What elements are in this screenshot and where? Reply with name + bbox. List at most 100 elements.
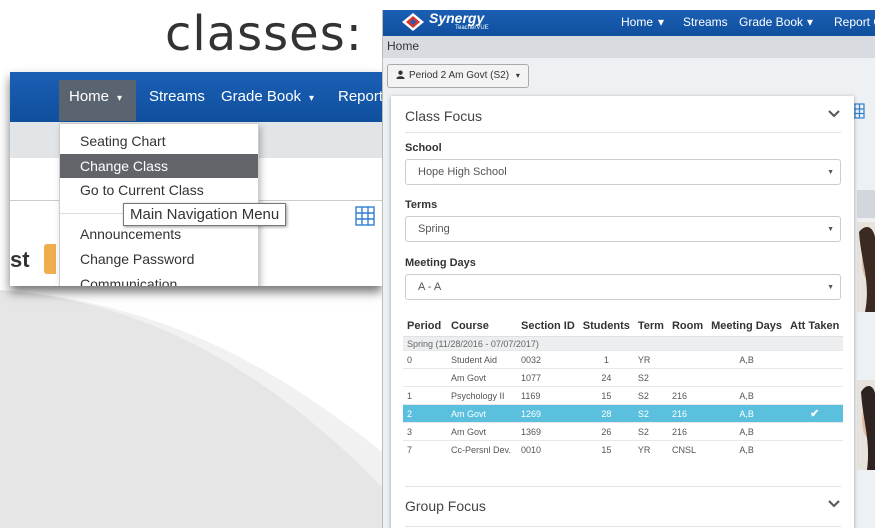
user-icon (396, 70, 405, 79)
terms-select[interactable]: Spring ▼ (405, 216, 841, 242)
column-header[interactable]: Students (578, 315, 634, 337)
meeting-days-value: A - A (418, 281, 442, 293)
table-cell: A,B (707, 440, 787, 458)
table-cell: 24 (578, 368, 634, 387)
table-cell (667, 350, 708, 369)
chevron-down-icon[interactable]: ▾ (807, 15, 813, 29)
table-row[interactable]: 0 Student Aid 0032 1 YR A,B (403, 350, 844, 369)
top-nav-home[interactable]: Home (621, 15, 653, 29)
column-header[interactable]: Room (667, 315, 708, 337)
table-cell: YR (633, 350, 668, 369)
top-nav-streams[interactable]: Streams (683, 15, 728, 29)
table-cell: 1269 (517, 404, 579, 423)
terms-value: Spring (418, 223, 450, 235)
main-navigation-tooltip: Main Navigation Menu (123, 203, 287, 226)
chevron-down-icon: ▾ (309, 93, 315, 104)
table-cell: 7 (403, 440, 447, 458)
student-photo[interactable] (857, 380, 875, 470)
table-cell: 216 (667, 422, 708, 441)
grid-view-icon[interactable] (355, 206, 375, 226)
class-focus-panel: Class Focus School Hope High School ▼ Te… (391, 96, 854, 528)
menu-item-seating-chart[interactable]: Seating Chart (60, 129, 258, 153)
school-select[interactable]: Hope High School ▼ (405, 159, 841, 185)
nav-home[interactable]: Home ▾ (69, 88, 122, 105)
table-cell: Psychology II (447, 386, 517, 405)
class-focus-screenshot: Synergy TeacherVUE Home ▾ Streams Grade … (382, 10, 875, 528)
table-cell: A,B (707, 386, 787, 405)
group-focus-title: Group Focus (405, 498, 486, 514)
meeting-days-select[interactable]: A - A ▼ (405, 274, 841, 300)
top-nav-report[interactable]: Report C (834, 15, 875, 29)
navigation-menu-screenshot: Home ▾ Streams Grade Book ▾ Report st Seat… (10, 72, 382, 286)
table-row[interactable]: 2 Am Govt 1269 28 S2 216 A,B ✔ (403, 404, 844, 423)
attendance-cell (786, 422, 844, 441)
table-cell (667, 368, 708, 387)
school-value: Hope High School (418, 166, 507, 178)
nav-grade-book[interactable]: Grade Book ▾ (221, 88, 314, 105)
column-header[interactable]: Meeting Days (707, 315, 787, 337)
table-cell: A,B (707, 404, 787, 423)
table-cell: 15 (578, 440, 634, 458)
divider (405, 132, 841, 133)
breadcrumb[interactable]: Home (387, 39, 419, 53)
nav-grade-book-label: Grade Book (221, 88, 302, 105)
menu-item-change-class[interactable]: Change Class (60, 154, 258, 178)
table-cell: Am Govt (447, 422, 517, 441)
main-nav-bar: Home ▾ Streams Grade Book ▾ Report (10, 72, 382, 122)
chevron-down-icon[interactable]: ▾ (658, 15, 664, 29)
table-cell (403, 368, 447, 387)
table-cell: Am Govt (447, 404, 517, 423)
chevron-down-icon[interactable] (828, 110, 840, 118)
column-header[interactable]: Section ID (517, 315, 579, 337)
term-group-label: Spring (11/28/2016 - 07/07/2017) (403, 336, 844, 351)
table-row[interactable]: 1 Psychology II 1169 15 S2 216 A,B (403, 386, 844, 405)
table-cell: S2 (633, 368, 668, 387)
column-header[interactable]: Period (403, 315, 447, 337)
table-row[interactable]: Am Govt 1077 24 S2 (403, 368, 844, 387)
column-header[interactable]: Att Taken (786, 315, 844, 337)
table-cell: A,B (707, 350, 787, 369)
attendance-cell: ✔ (786, 404, 844, 423)
table-cell: 1369 (517, 422, 579, 441)
slide-title: classes: (165, 6, 363, 62)
table-row[interactable]: 7 Cc-Persnl Dev. 0010 15 YR CNSL A,B (403, 440, 844, 458)
class-list-table: Period Course Section ID Students Term R… (403, 315, 844, 458)
table-cell: YR (633, 440, 668, 458)
table-cell: 15 (578, 386, 634, 405)
divider (405, 486, 841, 487)
logo-subtitle: TeacherVUE (455, 25, 489, 31)
partial-heading: st (10, 247, 30, 272)
table-header-row: Period Course Section ID Students Term R… (403, 315, 844, 337)
table-cell: S2 (633, 422, 668, 441)
table-cell: 216 (667, 404, 708, 423)
table-cell: 2 (403, 404, 447, 423)
menu-item-communication[interactable]: Communication (60, 272, 258, 286)
attendance-cell (786, 386, 844, 405)
logo-name: Synergy (429, 10, 485, 26)
table-cell: CNSL (667, 440, 708, 458)
nav-report[interactable]: Report (338, 88, 382, 105)
table-cell: 0032 (517, 350, 579, 369)
table-cell (707, 368, 787, 387)
meeting-days-label: Meeting Days (405, 257, 476, 269)
chevron-down-icon: ▼ (827, 226, 834, 233)
orange-button[interactable] (44, 244, 56, 274)
chevron-down-icon[interactable] (828, 500, 840, 508)
table-row[interactable]: 3 Am Govt 1369 26 S2 216 A,B (403, 422, 844, 441)
column-header[interactable]: Term (633, 315, 668, 337)
table-cell: 216 (667, 386, 708, 405)
terms-label: Terms (405, 199, 438, 211)
top-nav-grade-book[interactable]: Grade Book (739, 15, 803, 29)
student-photo[interactable] (857, 222, 875, 312)
column-header[interactable]: Course (447, 315, 517, 337)
period-selector-label: Period 2 Am Govt (S2) (409, 70, 510, 81)
nav-streams[interactable]: Streams (149, 88, 205, 105)
menu-item-change-password[interactable]: Change Password (60, 247, 258, 271)
period-selector-button[interactable]: Period 2 Am Govt (S2) ▾ (387, 64, 529, 88)
menu-item-go-to-current-class[interactable]: Go to Current Class (60, 178, 258, 202)
divider (405, 526, 841, 527)
table-cell: 3 (403, 422, 447, 441)
table-cell: S2 (633, 404, 668, 423)
background-header-band (857, 190, 875, 218)
chevron-down-icon: ▾ (515, 71, 520, 80)
